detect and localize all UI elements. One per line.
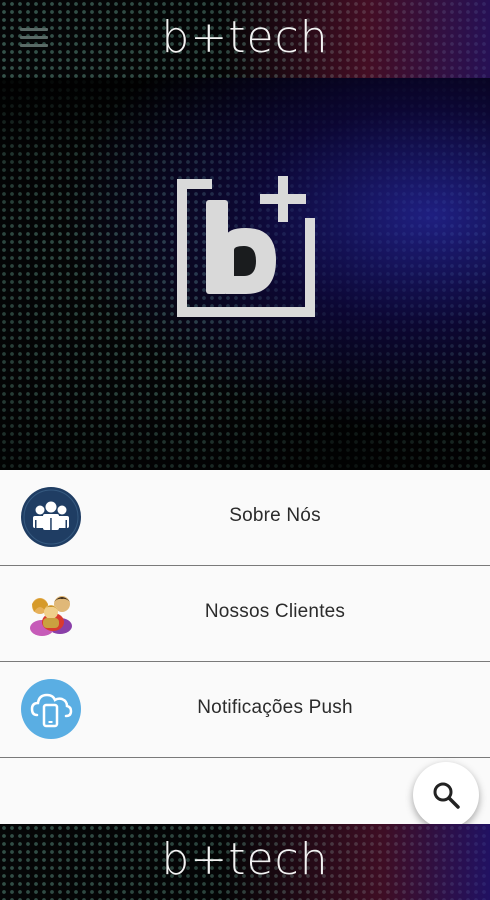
search-button[interactable] — [413, 762, 479, 828]
app-brand-title: b+tech — [161, 12, 329, 63]
clients-icon — [30, 596, 72, 636]
b-plus-logo — [177, 176, 315, 317]
search-icon — [433, 782, 460, 809]
menu-item-nossos-clientes[interactable]: Nossos Clientes — [0, 566, 490, 662]
hero-banner — [0, 78, 490, 470]
menu-item-sobre-nos[interactable]: Sobre Nós — [0, 470, 490, 566]
menu-item-label: Sobre Nós — [229, 505, 321, 526]
menu-item-label: Notificações Push — [197, 697, 353, 718]
team-icon — [21, 487, 81, 547]
bottom-banner: b+tech — [0, 824, 490, 900]
cloud-phone-icon — [21, 679, 81, 739]
menu-list: Sobre Nós Nossos Clientes Notificações P… — [0, 470, 490, 824]
menu-item-notificacoes-push[interactable]: Notificações Push — [0, 662, 490, 758]
menu-item-label: Nossos Clientes — [204, 601, 346, 622]
top-app-bar: b+tech — [0, 0, 490, 78]
footer-brand: b+tech — [161, 834, 329, 885]
